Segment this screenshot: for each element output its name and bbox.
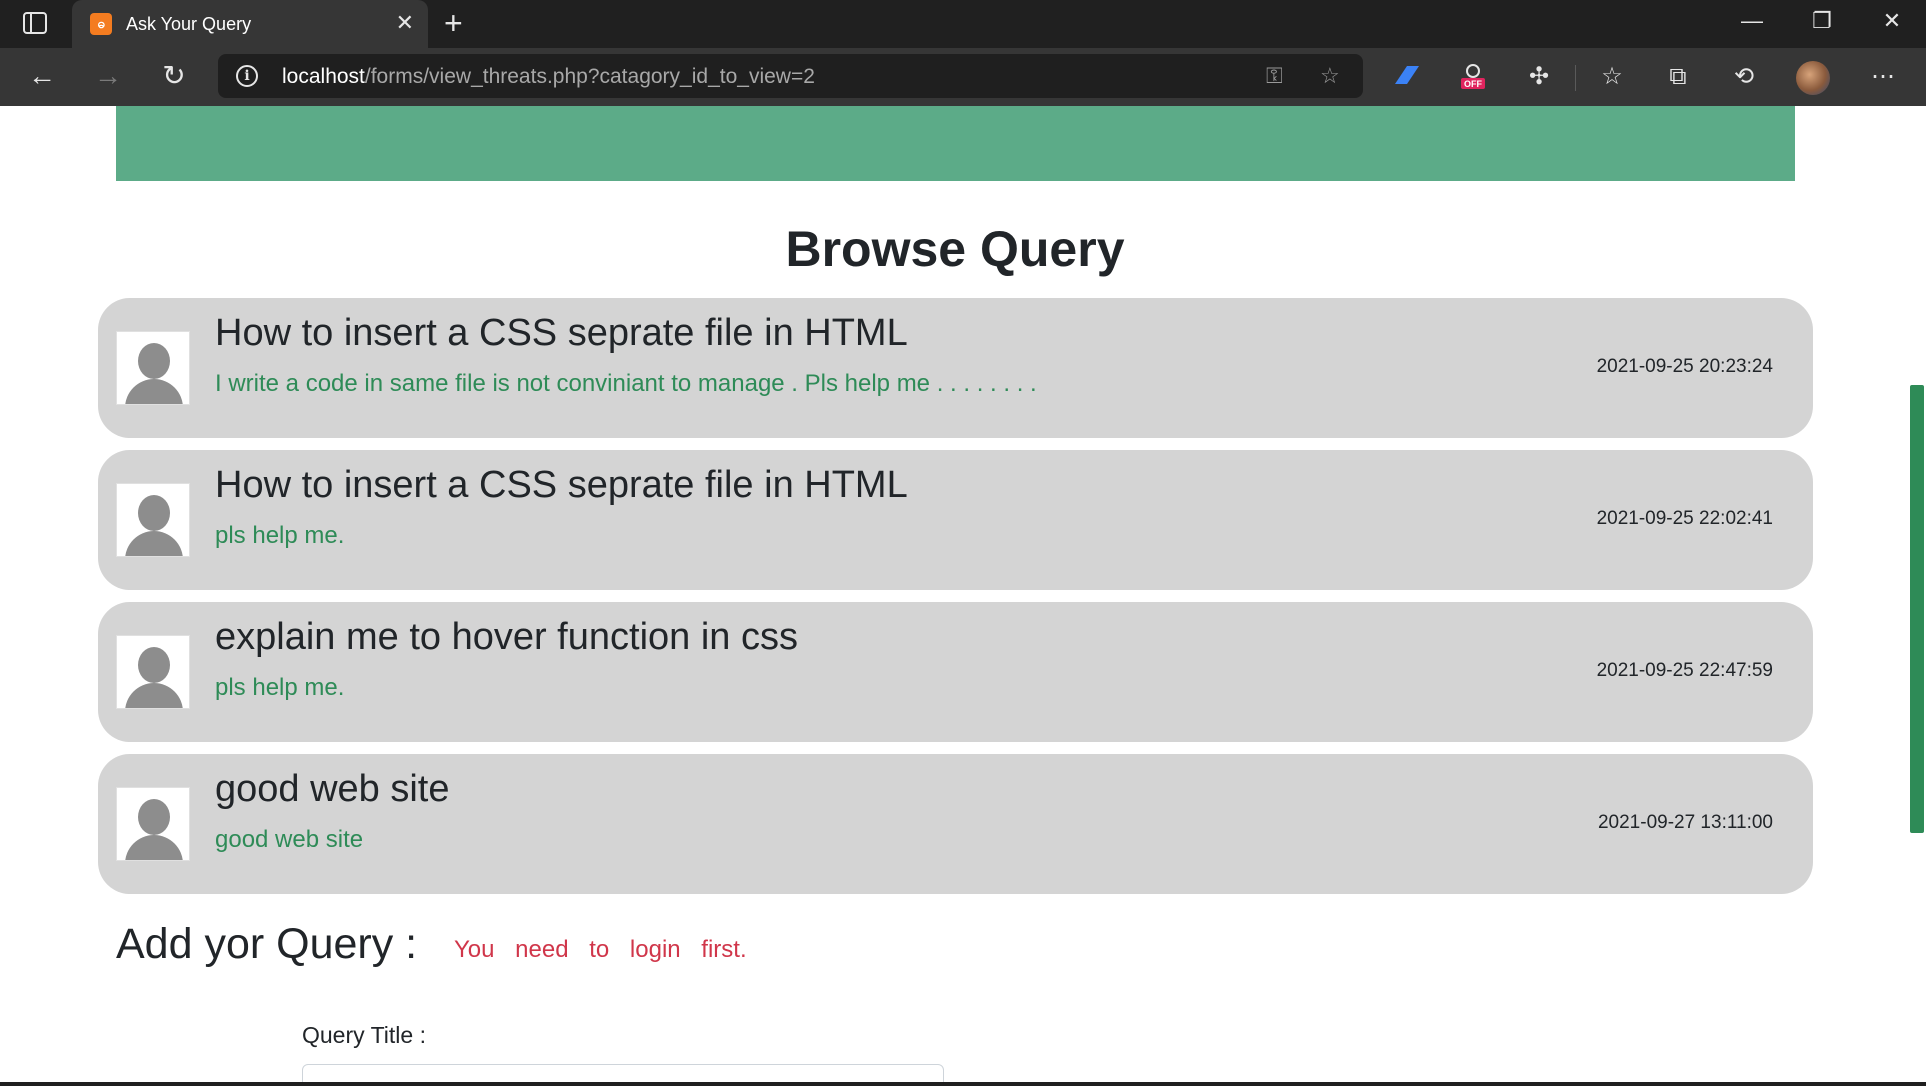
user-avatar-icon xyxy=(116,331,190,405)
browser-tab[interactable]: ဓ Ask Your Query ✕ xyxy=(72,0,428,48)
svg-text:OFF: OFF xyxy=(1464,79,1482,89)
refresh-icon[interactable]: ↻ xyxy=(156,61,192,93)
minimize-icon[interactable]: — xyxy=(1732,8,1772,34)
profile-avatar[interactable] xyxy=(1796,61,1830,95)
page-viewport: Browse Query How to insert a CSS seprate… xyxy=(0,106,1926,1082)
query-card[interactable]: How to insert a CSS seprate file in HTML… xyxy=(98,298,1813,438)
query-timestamp: 2021-09-27 13:11:00 xyxy=(1597,812,1773,833)
query-title-label: Query Title : xyxy=(302,1022,426,1048)
close-tab-icon[interactable]: ✕ xyxy=(396,11,414,35)
url-host: localhost xyxy=(282,65,365,88)
tab-bar: ဓ Ask Your Query ✕ + — ❐ ✕ xyxy=(0,0,1926,48)
url-text[interactable]: localhost/forms/view_threats.php?catagor… xyxy=(282,65,815,89)
user-avatar-icon xyxy=(116,635,190,709)
query-timestamp: 2021-09-25 20:23:24 xyxy=(1596,356,1773,377)
adblock-off-icon[interactable]: OFF xyxy=(1456,62,1490,92)
login-required-message: You need to login first. xyxy=(454,936,747,963)
scrollbar-thumb[interactable] xyxy=(1910,385,1924,833)
info-icon[interactable]: i xyxy=(236,65,258,87)
copilot-extension-icon[interactable] xyxy=(1389,62,1423,92)
browser-toolbar: ← → ↻ i localhost/forms/view_threats.php… xyxy=(0,48,1926,106)
tab-title: Ask Your Query xyxy=(126,14,252,34)
url-path: /forms/view_threats.php?catagory_id_to_v… xyxy=(364,65,815,88)
query-card[interactable]: How to insert a CSS seprate file in HTML… xyxy=(98,450,1813,590)
query-title[interactable]: good web site xyxy=(215,768,450,811)
star-plus-icon[interactable]: ☆ xyxy=(1320,63,1340,89)
query-card[interactable]: good web site good web site 2021-09-27 1… xyxy=(98,754,1813,894)
user-avatar-icon xyxy=(116,787,190,861)
puzzle-icon[interactable]: ✣ xyxy=(1522,62,1556,92)
user-avatar-icon xyxy=(116,483,190,557)
new-tab-plus-icon[interactable]: + xyxy=(444,7,463,39)
restore-icon[interactable]: ❐ xyxy=(1802,8,1842,34)
category-banner xyxy=(116,106,1795,181)
address-bar[interactable]: i localhost/forms/view_threats.php?catag… xyxy=(218,54,1363,98)
query-title[interactable]: explain me to hover function in css xyxy=(215,616,798,659)
page-title: Browse Query xyxy=(785,221,1125,277)
query-title[interactable]: How to insert a CSS seprate file in HTML xyxy=(215,312,908,355)
history-icon[interactable]: ⟲ xyxy=(1727,62,1761,92)
window-close-icon[interactable]: ✕ xyxy=(1872,8,1912,34)
query-timestamp: 2021-09-25 22:02:41 xyxy=(1596,508,1773,529)
query-timestamp: 2021-09-25 22:47:59 xyxy=(1596,660,1773,681)
query-description: pls help me. xyxy=(215,674,345,701)
query-description: I write a code in same file is not convi… xyxy=(215,370,1037,397)
query-description: good web site xyxy=(215,826,364,853)
xampp-favicon-icon: ဓ xyxy=(90,13,112,35)
back-arrow-icon[interactable]: ← xyxy=(24,61,60,93)
key-icon[interactable]: ⚿ xyxy=(1266,63,1283,89)
query-title[interactable]: How to insert a CSS seprate file in HTML xyxy=(215,464,908,507)
window-bottom-edge xyxy=(0,1082,1926,1086)
favorites-icon[interactable]: ☆ xyxy=(1595,62,1629,92)
add-query-heading: Add yor Query : xyxy=(116,920,418,968)
tab-actions-icon[interactable] xyxy=(18,11,52,37)
more-icon[interactable]: ⋯ xyxy=(1866,62,1900,92)
collections-icon[interactable]: ⧉ xyxy=(1661,62,1695,92)
query-description: pls help me. xyxy=(215,522,345,549)
toolbar-divider xyxy=(1575,65,1576,91)
query-card[interactable]: explain me to hover function in css pls … xyxy=(98,602,1813,742)
query-title-input[interactable] xyxy=(302,1064,944,1082)
forward-arrow-icon[interactable]: → xyxy=(90,61,126,93)
